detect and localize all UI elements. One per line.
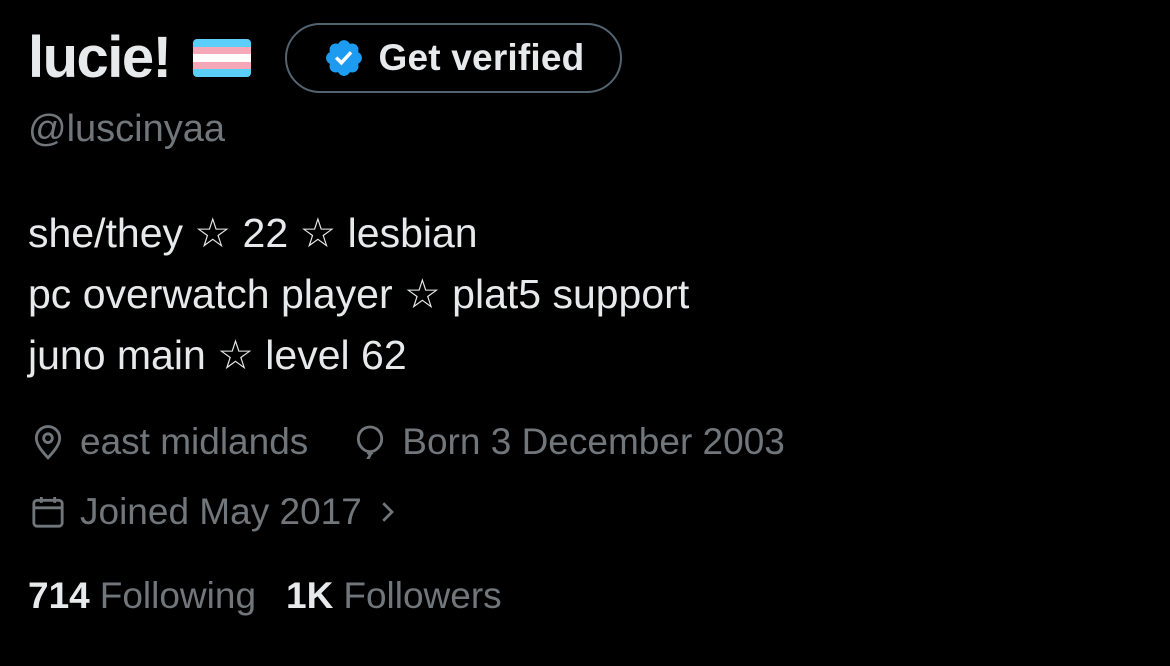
bio: she/they ☆ 22 ☆ lesbian pc overwatch pla… bbox=[28, 203, 1150, 386]
joined-row[interactable]: Joined May 2017 bbox=[28, 491, 1150, 533]
bio-line: pc overwatch player ☆ plat5 support bbox=[28, 271, 690, 317]
verified-badge-icon bbox=[325, 40, 362, 76]
birthday-text: Born 3 December 2003 bbox=[402, 421, 785, 462]
user-handle: @luscinyaa bbox=[28, 108, 225, 150]
followers-count: 1K bbox=[286, 575, 334, 616]
birthday: Born 3 December 2003 bbox=[350, 421, 785, 463]
bio-line: she/they ☆ 22 ☆ lesbian bbox=[28, 210, 478, 256]
profile-header: lucie! Get verified @luscinyaa she/they … bbox=[28, 22, 1150, 617]
followers-link[interactable]: 1K Followers bbox=[286, 575, 502, 617]
display-name: lucie! bbox=[28, 25, 172, 90]
get-verified-button[interactable]: Get verified bbox=[284, 23, 623, 93]
balloon-icon bbox=[357, 425, 384, 460]
following-count: 714 bbox=[28, 575, 90, 616]
joined-date[interactable]: Joined May 2017 bbox=[28, 491, 414, 533]
following-link[interactable]: 714 Following bbox=[28, 575, 256, 617]
following-label: Following bbox=[99, 575, 257, 616]
name-row: lucie! Get verified bbox=[28, 22, 1150, 94]
joined-text: Joined May 2017 bbox=[80, 491, 362, 532]
location-pin-icon bbox=[34, 425, 62, 460]
bio-line: juno main ☆ level 62 bbox=[28, 332, 407, 378]
get-verified-label: Get verified bbox=[378, 37, 585, 78]
profile-meta-row: east midlands Born 3 December 2003 bbox=[28, 421, 1150, 463]
location-text: east midlands bbox=[80, 421, 309, 462]
transgender-flag-icon bbox=[192, 39, 251, 77]
follow-stats: 714 Following 1K Followers bbox=[28, 575, 1150, 617]
calendar-icon bbox=[32, 497, 64, 528]
followers-label: Followers bbox=[343, 575, 502, 616]
location: east midlands bbox=[28, 421, 308, 463]
chevron-right-icon bbox=[382, 502, 394, 522]
